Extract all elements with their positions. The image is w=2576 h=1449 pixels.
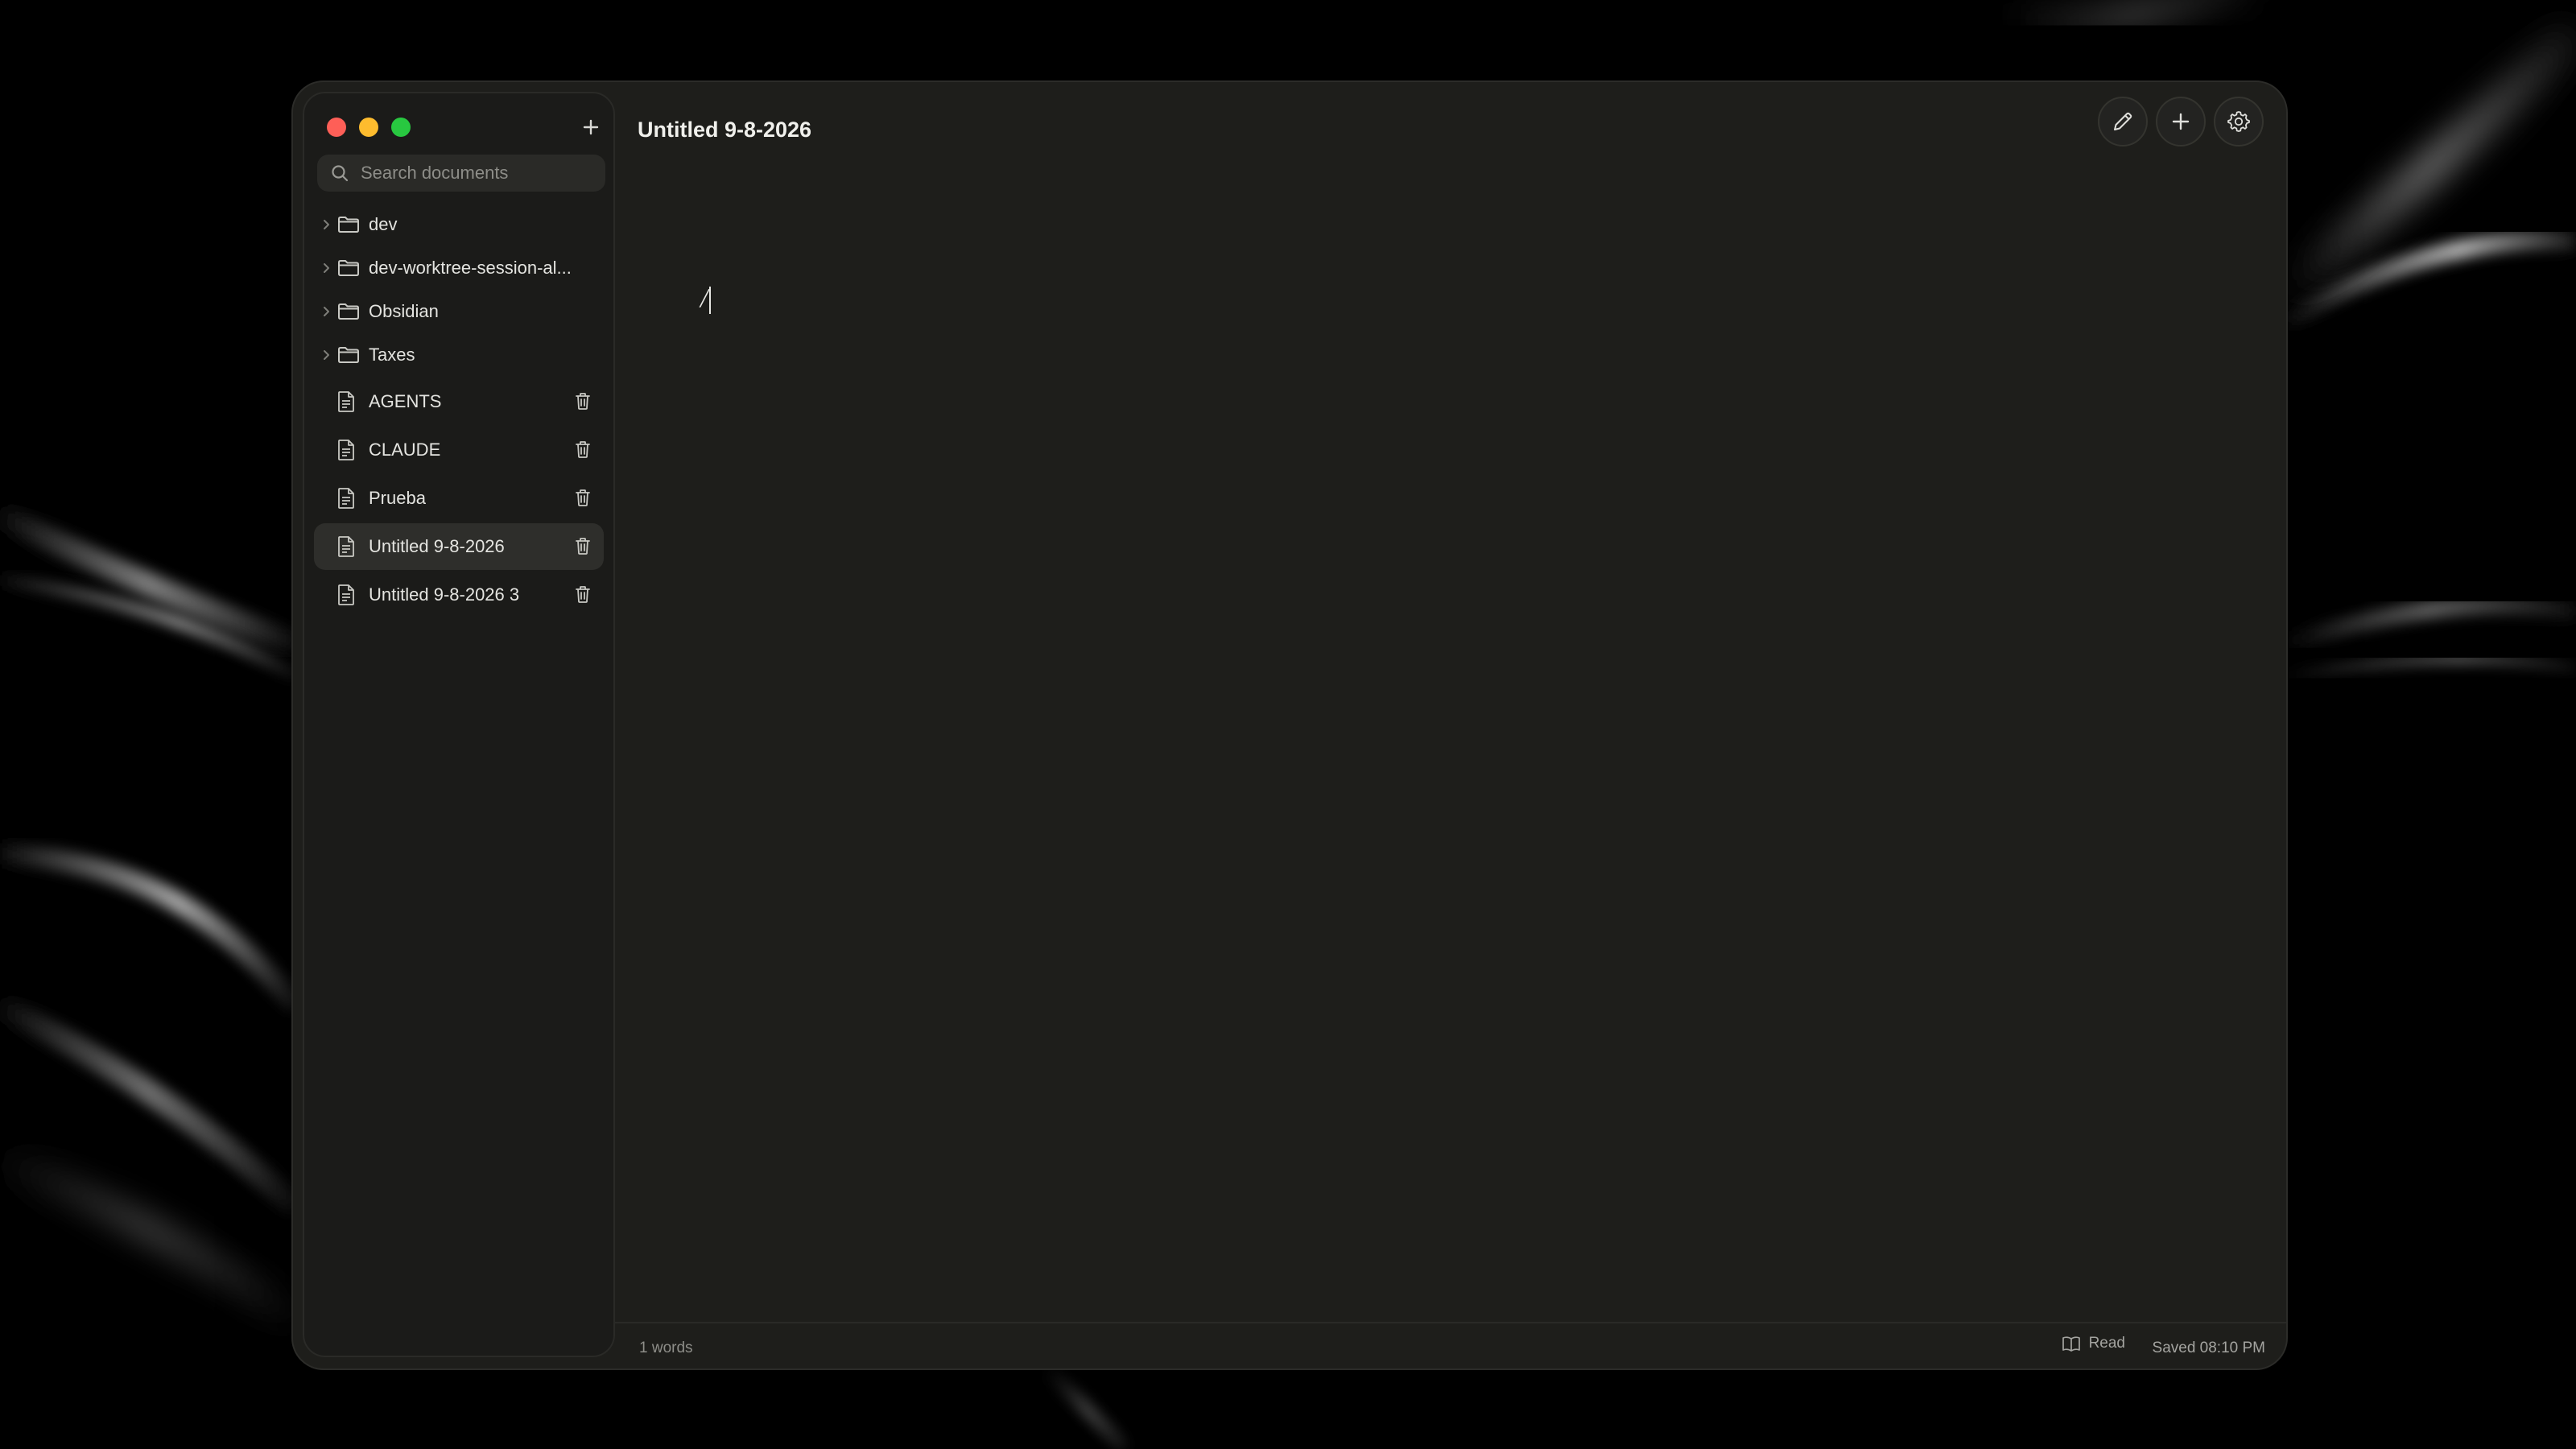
app-window: dev dev-worktree-session-al... Obsidian … (291, 80, 2288, 1370)
pencil-icon (2114, 112, 2132, 130)
maximize-window-button[interactable] (391, 118, 411, 137)
document-tree: dev dev-worktree-session-al... Obsidian … (304, 203, 613, 620)
editor-pane: Untitled 9-8-2026 / 1 words Read Saved 0… (615, 82, 2286, 1368)
folder-icon (338, 303, 359, 320)
file-label: Untitled 9-8-2026 3 (369, 584, 520, 605)
document-title: Untitled 9-8-2026 (638, 118, 812, 142)
plus-icon (2172, 113, 2190, 130)
book-icon (2062, 1336, 2080, 1352)
plus-icon (583, 119, 599, 135)
edit-button[interactable] (2098, 97, 2148, 147)
file-item-untitled-3[interactable]: Untitled 9-8-2026 3 (314, 572, 604, 618)
document-icon (338, 391, 354, 412)
saved-status: Saved 08:10 PM (2152, 1340, 2265, 1356)
file-label: Prueba (369, 488, 426, 508)
trash-icon (576, 538, 590, 555)
read-label: Read (2088, 1335, 2125, 1352)
document-icon (338, 488, 354, 509)
trash-icon (576, 586, 590, 603)
settings-button[interactable] (2214, 97, 2264, 147)
file-item-agents[interactable]: AGENTS (314, 378, 604, 425)
delete-button[interactable] (572, 486, 594, 509)
file-item-prueba[interactable]: Prueba (314, 475, 604, 522)
folder-icon (338, 260, 359, 276)
document-icon (338, 440, 354, 460)
close-window-button[interactable] (327, 118, 346, 137)
file-label: Untitled 9-8-2026 (369, 536, 505, 556)
folder-item-obsidian[interactable]: Obsidian (304, 290, 613, 333)
search-input[interactable] (359, 162, 605, 184)
editor-area[interactable]: / (615, 171, 2286, 1314)
search-icon (328, 162, 351, 184)
file-label: AGENTS (369, 391, 442, 411)
folder-icon (338, 347, 359, 363)
delete-button[interactable] (572, 583, 594, 605)
word-count: 1 words (639, 1340, 693, 1356)
folder-label: Taxes (369, 345, 415, 365)
sidebar: dev dev-worktree-session-al... Obsidian … (303, 92, 615, 1357)
folder-label: dev (369, 214, 398, 234)
chevron-right-icon[interactable] (319, 303, 335, 320)
minimize-window-button[interactable] (359, 118, 378, 137)
status-bar: 1 words Read Saved 08:10 PM (615, 1322, 2286, 1368)
delete-button[interactable] (572, 390, 594, 412)
file-item-claude[interactable]: CLAUDE (314, 427, 604, 473)
chevron-right-icon[interactable] (319, 347, 335, 363)
window-controls (327, 118, 411, 137)
folder-item-dev[interactable]: dev (304, 203, 613, 246)
delete-button[interactable] (572, 438, 594, 460)
document-icon (338, 536, 354, 557)
folder-label: dev-worktree-session-al... (369, 258, 572, 278)
search-box (317, 155, 605, 192)
trash-icon (576, 441, 590, 458)
gear-icon (2227, 111, 2250, 132)
folder-item-taxes[interactable]: Taxes (304, 333, 613, 377)
chevron-right-icon[interactable] (319, 217, 335, 233)
folder-icon (338, 217, 359, 233)
document-icon (338, 584, 354, 605)
file-label: CLAUDE (369, 440, 441, 460)
folder-label: Obsidian (369, 301, 439, 321)
delete-button[interactable] (572, 535, 594, 557)
add-button[interactable] (2156, 97, 2206, 147)
toolbar (2098, 97, 2264, 147)
file-item-untitled-active[interactable]: Untitled 9-8-2026 (314, 523, 604, 570)
read-mode-button[interactable]: Read (2062, 1335, 2125, 1352)
editor-text[interactable]: / (700, 283, 711, 314)
new-document-button[interactable] (575, 111, 607, 143)
trash-icon (576, 489, 590, 506)
folder-item-dev-worktree[interactable]: dev-worktree-session-al... (304, 246, 613, 290)
chevron-right-icon[interactable] (319, 260, 335, 276)
trash-icon (576, 393, 590, 410)
